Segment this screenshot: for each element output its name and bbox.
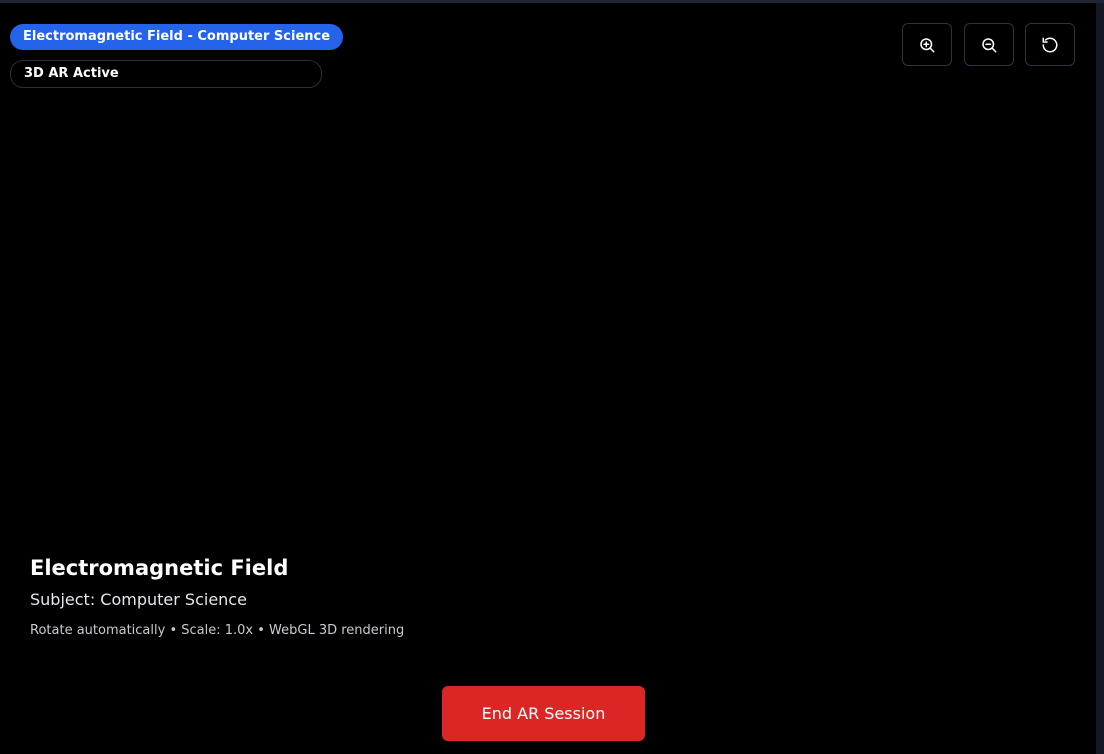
window-top-border [0, 0, 1104, 3]
end-ar-session-button[interactable]: End AR Session [442, 686, 645, 741]
scrollbar-track[interactable] [1096, 3, 1104, 754]
zoom-out-icon [982, 37, 997, 52]
zoom-in-button[interactable] [902, 23, 952, 66]
zoom-in-icon [920, 37, 935, 52]
ar-status-badge: 3D AR Active [10, 60, 322, 88]
model-subject: Subject: Computer Science [30, 590, 247, 609]
ar-viewport[interactable]: Electromagnetic Field - Computer Science… [0, 0, 1104, 754]
reset-rotate-icon [1042, 37, 1058, 52]
model-subject-badge: Electromagnetic Field - Computer Science [10, 24, 344, 50]
reset-rotation-button[interactable] [1025, 23, 1075, 66]
model-render-info: Rotate automatically • Scale: 1.0x • Web… [30, 623, 405, 638]
zoom-out-button[interactable] [964, 23, 1014, 66]
model-title: Electromagnetic Field [30, 556, 289, 580]
